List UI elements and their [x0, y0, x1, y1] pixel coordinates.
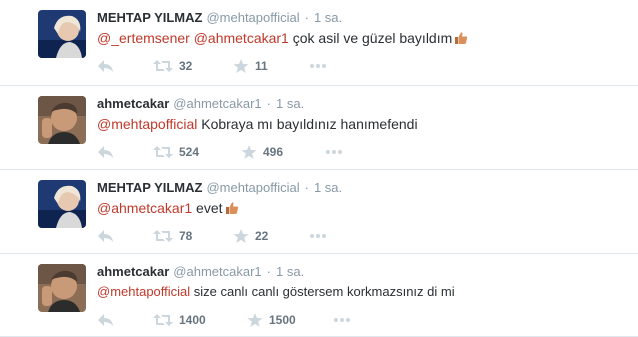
- tweet-header: MEHTAP YILMAZ @mehtapofficial · 1 sa.: [97, 10, 342, 26]
- thumbs-up-emoji: [225, 201, 239, 219]
- favorite-star-icon: [233, 58, 249, 73]
- more-dots-icon: [334, 317, 350, 322]
- favorite-count: 11: [255, 58, 268, 73]
- reply-icon: [98, 59, 113, 72]
- favorite-button[interactable]: 11: [233, 56, 268, 74]
- more-button[interactable]: [309, 226, 327, 244]
- retweet-icon: [153, 229, 173, 242]
- favorite-button[interactable]: 1500: [247, 310, 296, 328]
- author-handle[interactable]: @mehtapofficial: [206, 180, 299, 195]
- tweet-header: ahmetcakar @ahmetcakar1 · 1 sa.: [97, 96, 304, 112]
- tweet-item[interactable]: ahmetcakar @ahmetcakar1 · 1 sa. @mehtapoffi…: [0, 86, 638, 170]
- tweet-time[interactable]: 1 sa.: [314, 10, 342, 25]
- avatar[interactable]: [38, 96, 86, 144]
- reply-button[interactable]: [97, 142, 114, 160]
- author-name[interactable]: ahmetcakar: [97, 264, 169, 279]
- tweet-body: size canlı canlı göstersem korkmazsınız …: [193, 284, 455, 299]
- separator: ·: [266, 264, 271, 279]
- tweet-text: @mehtapofficial size canlı canlı gösters…: [97, 283, 455, 301]
- avatar[interactable]: [38, 264, 86, 312]
- thumbs-up-emoji: [454, 31, 468, 49]
- tweet-timeline: MEHTAP YILMAZ @mehtapofficial · 1 sa. @_ert…: [0, 0, 638, 337]
- avatar[interactable]: [38, 180, 86, 228]
- tweet-header: MEHTAP YILMAZ @mehtapofficial · 1 sa.: [97, 180, 342, 196]
- favorite-star-icon: [241, 144, 257, 159]
- reply-icon: [98, 145, 113, 158]
- retweet-count: 32: [179, 58, 193, 73]
- reply-button[interactable]: [97, 310, 114, 328]
- more-dots-icon: [326, 149, 342, 154]
- tweet-text: @mehtapofficial Kobraya mı bayıldınız ha…: [97, 115, 418, 133]
- mention-link[interactable]: @mehtapofficial: [97, 116, 197, 132]
- author-name[interactable]: MEHTAP YILMAZ: [97, 10, 202, 25]
- retweet-count: 78: [179, 228, 193, 243]
- tweet-body: Kobraya mı bayıldınız hanımefendi: [201, 116, 418, 132]
- retweet-button[interactable]: 1400: [153, 310, 206, 328]
- reply-button[interactable]: [97, 56, 114, 74]
- favorite-star-icon: [233, 228, 249, 243]
- tweet-header: ahmetcakar @ahmetcakar1 · 1 sa.: [97, 264, 304, 280]
- tweet-time[interactable]: 1 sa.: [314, 180, 342, 195]
- mention-link[interactable]: @_ertemsener: [97, 30, 190, 46]
- author-name[interactable]: ahmetcakar: [97, 96, 169, 111]
- tweet-body: evet: [196, 200, 223, 216]
- reply-icon: [98, 229, 113, 242]
- tweet-item[interactable]: MEHTAP YILMAZ @mehtapofficial · 1 sa. @ahme…: [0, 170, 638, 254]
- favorite-count: 22: [255, 228, 269, 243]
- retweet-button[interactable]: 32: [153, 56, 192, 74]
- author-handle[interactable]: @ahmetcakar1: [173, 264, 261, 279]
- mention-link[interactable]: @mehtapofficial: [97, 284, 190, 299]
- retweet-count: 524: [179, 144, 200, 159]
- author-name[interactable]: MEHTAP YILMAZ: [97, 180, 202, 195]
- tweet-text: @ahmetcakar1 evet: [97, 199, 239, 219]
- retweet-icon: [153, 145, 173, 158]
- retweet-count: 1400: [179, 312, 206, 327]
- retweet-icon: [153, 313, 173, 326]
- mention-link[interactable]: @ahmetcakar1: [194, 30, 289, 46]
- tweet-body: çok asil ve güzel bayıldım: [292, 30, 453, 46]
- tweet-time[interactable]: 1 sa.: [276, 96, 304, 111]
- more-button[interactable]: [325, 142, 343, 160]
- separator: ·: [266, 96, 271, 111]
- reply-icon: [98, 313, 113, 326]
- favorite-count: 1500: [269, 312, 296, 327]
- more-button[interactable]: [333, 310, 351, 328]
- separator: ·: [304, 180, 309, 195]
- retweet-button[interactable]: 78: [153, 226, 192, 244]
- tweet-time[interactable]: 1 sa.: [276, 264, 304, 279]
- author-handle[interactable]: @ahmetcakar1: [173, 96, 261, 111]
- favorite-star-icon: [247, 312, 263, 327]
- favorite-button[interactable]: 496: [241, 142, 283, 160]
- more-dots-icon: [310, 63, 326, 68]
- more-button[interactable]: [309, 56, 327, 74]
- author-handle[interactable]: @mehtapofficial: [206, 10, 299, 25]
- favorite-count: 496: [263, 144, 284, 159]
- reply-button[interactable]: [97, 226, 114, 244]
- retweet-icon: [153, 59, 173, 72]
- avatar[interactable]: [38, 10, 86, 58]
- tweet-text: @_ertemsener @ahmetcakar1 çok asil ve gü…: [97, 29, 468, 49]
- retweet-button[interactable]: 524: [153, 142, 199, 160]
- more-dots-icon: [310, 233, 326, 238]
- mention-link[interactable]: @ahmetcakar1: [97, 200, 192, 216]
- favorite-button[interactable]: 22: [233, 226, 268, 244]
- tweet-item[interactable]: ahmetcakar @ahmetcakar1 · 1 sa. @mehtapoffi…: [0, 254, 638, 337]
- separator: ·: [304, 10, 309, 25]
- tweet-item[interactable]: MEHTAP YILMAZ @mehtapofficial · 1 sa. @_ert…: [0, 0, 638, 86]
